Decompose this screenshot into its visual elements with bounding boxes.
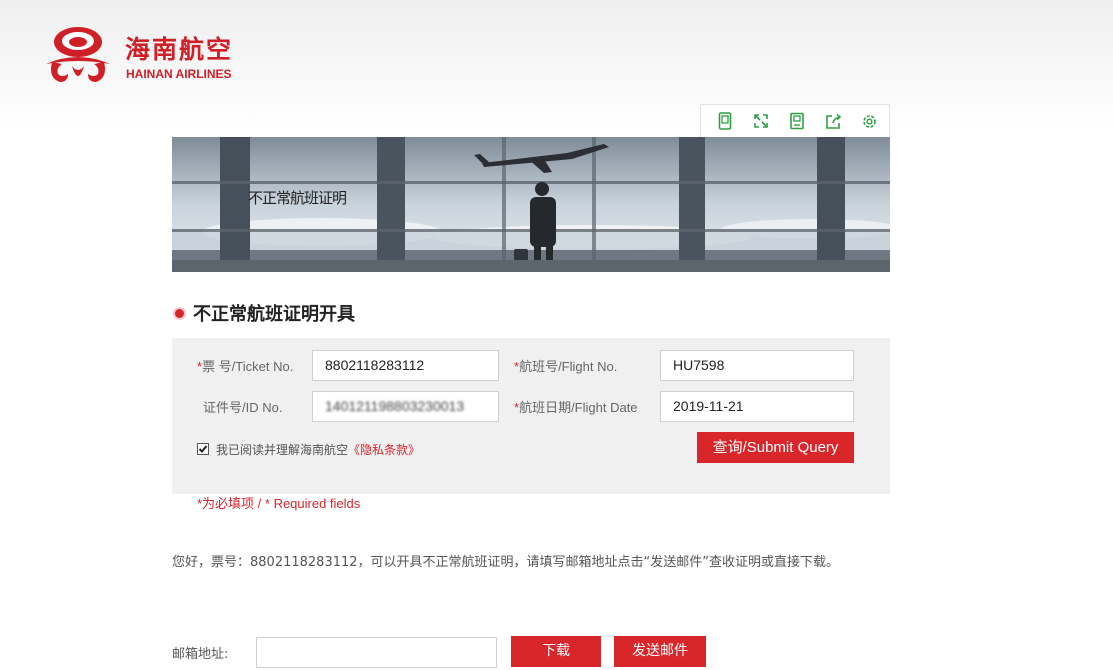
share-icon [825,113,841,129]
page-toolbar [700,104,890,138]
section-title-text: 不正常航班证明开具 [193,304,355,325]
required-fields-note: *为必填项 / * Required fields [197,496,361,511]
fullscreen-button[interactable] [743,107,779,135]
send-email-button[interactable]: 发送邮件 [614,636,706,667]
share-button[interactable] [815,107,851,135]
date-label: *航班日期/Flight Date [514,400,638,415]
fullscreen-icon [754,114,768,128]
brand-name-cn: 海南航空 [125,35,234,64]
banner-title: 不正常航班证明 [248,189,347,207]
id-input[interactable]: 140121198803230013 [312,391,499,422]
settings-icon [862,114,876,128]
checkmark-icon [198,445,208,453]
flight-label: *航班号/Flight No. [514,359,618,374]
email-label: 邮箱地址: [172,647,229,662]
ticket-label: *票 号/Ticket No. [197,359,294,374]
section-bullet-icon [175,308,184,318]
agree-checkbox[interactable] [197,443,209,455]
submit-query-button[interactable]: 查询/Submit Query [697,432,854,463]
ticket-input[interactable]: 8802118283112 [312,350,499,381]
settings-button[interactable] [851,107,887,135]
save-icon [790,112,804,130]
airport-banner: 不正常航班证明 [172,137,890,272]
mobile-icon [718,112,732,130]
id-value-masked: 140121198803230013 [325,398,465,414]
privacy-link[interactable]: 《隐私条款》 [348,443,420,457]
result-message: 您好，票号：8802118283112，可以开具不正常航班证明，请填写邮箱地址点… [172,555,839,570]
section-title: 不正常航班证明开具 [175,300,355,326]
hainan-airlines-logo [46,27,110,82]
download-button[interactable]: 下载 [511,636,601,667]
email-input[interactable] [256,637,497,668]
mobile-view-button[interactable] [707,107,743,135]
flight-input[interactable]: HU7598 [660,350,854,381]
date-input[interactable]: 2019-11-21 [660,391,854,422]
brand-name-en: HAINAN AIRLINES [126,67,232,81]
agree-text: 我已阅读并理解海南航空《隐私条款》 [216,443,421,457]
save-button[interactable] [779,107,815,135]
id-label: 证件号/ID No. [203,400,283,415]
